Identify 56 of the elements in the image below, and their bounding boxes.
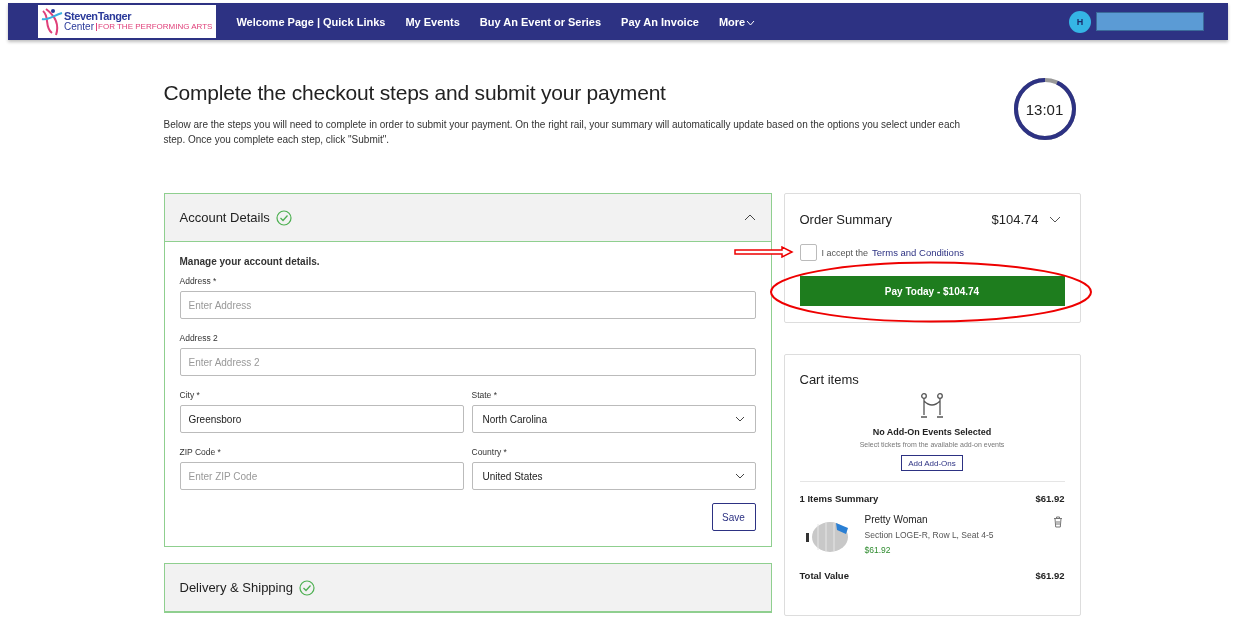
input-field[interactable]: Enter Address 2 [179, 348, 756, 376]
dropdown-field[interactable]: North Carolina [471, 405, 756, 433]
page-title: Complete the checkout steps and submit your payment [163, 81, 667, 105]
terms-checkbox[interactable] [799, 244, 817, 261]
field-label: Country * [471, 447, 508, 457]
logo[interactable]: StevenTanger Center FOR THE PERFORMING ARTS [38, 5, 217, 38]
nav-link[interactable]: Buy An Event or Series [469, 15, 612, 28]
ribbon-figure-icon [40, 6, 64, 37]
logo-tagline: FOR THE PERFORMING ARTS [96, 23, 213, 31]
page-description: Below are the steps you will need to complete in order to submit your payment. On the right rail, your summary will automatically update based on the options you select under each step. Once you complete each step, click "Submit". [163, 118, 962, 147]
pay-button[interactable]: Pay Today - $104.74 [799, 276, 1065, 306]
input-field[interactable]: Enter Address [179, 291, 756, 319]
field-label: State * [471, 390, 499, 400]
event-name: Pretty Woman [864, 514, 929, 525]
items-summary-amount: $61.92 [1035, 493, 1065, 504]
stanchion-rope-icon [920, 393, 944, 419]
dropdown-field[interactable]: United States [471, 462, 756, 490]
chevron-down-icon [746, 20, 756, 26]
add-addons-button[interactable]: Add Add-Ons [901, 455, 963, 471]
section-intro: Manage your account details. [179, 256, 321, 267]
empty-state-title: No Add-On Events Selected [872, 427, 992, 437]
chevron-down-icon [734, 473, 745, 479]
nav-link[interactable]: Pay An Invoice [611, 15, 709, 28]
field-label: ZIP Code * [179, 447, 222, 457]
logo-subtitle: Center [64, 22, 94, 32]
annotation-arrow [734, 246, 794, 258]
step-title: Delivery & Shipping [179, 580, 293, 595]
chevron-down-icon [734, 416, 745, 422]
seat-details: Section LOGE-R, Row L, Seat 4-5 [864, 530, 995, 540]
field-label: Address 2 [179, 333, 219, 343]
user-avatar[interactable]: H [1069, 10, 1091, 33]
nav-link[interactable]: My Events [395, 15, 470, 28]
step-header[interactable]: Delivery & Shipping [164, 564, 771, 612]
timer-text: 13:01 [1025, 100, 1064, 118]
card-title: Cart items [799, 372, 860, 387]
step-header[interactable]: Account Details [164, 194, 771, 242]
trash-icon[interactable] [1052, 516, 1063, 528]
card-title: Order Summary [799, 212, 892, 227]
order-total: $104.74 [991, 212, 1039, 227]
nav-link[interactable]: More [708, 15, 766, 28]
total-label: Total Value [799, 570, 849, 581]
step-title: Account Details [179, 210, 270, 225]
timer-ring [1012, 77, 1077, 141]
input-field[interactable]: Greensboro [179, 405, 464, 433]
nav-link[interactable]: Welcome Page | Quick Links [226, 15, 396, 28]
items-summary-label: 1 Items Summary [799, 493, 879, 504]
seat-map-icon [803, 520, 850, 554]
field-label: City * [179, 390, 201, 400]
total-amount: $61.92 [1035, 570, 1065, 581]
field-label: Address * [179, 276, 218, 286]
terms-link[interactable]: Terms and Conditions [872, 247, 964, 258]
save-button[interactable]: Save [711, 503, 756, 531]
input-field[interactable]: Enter ZIP Code [179, 462, 464, 490]
logo-name: StevenTanger [64, 11, 133, 22]
terms-label: I accept the [821, 247, 869, 258]
item-price: $61.92 [864, 545, 892, 555]
